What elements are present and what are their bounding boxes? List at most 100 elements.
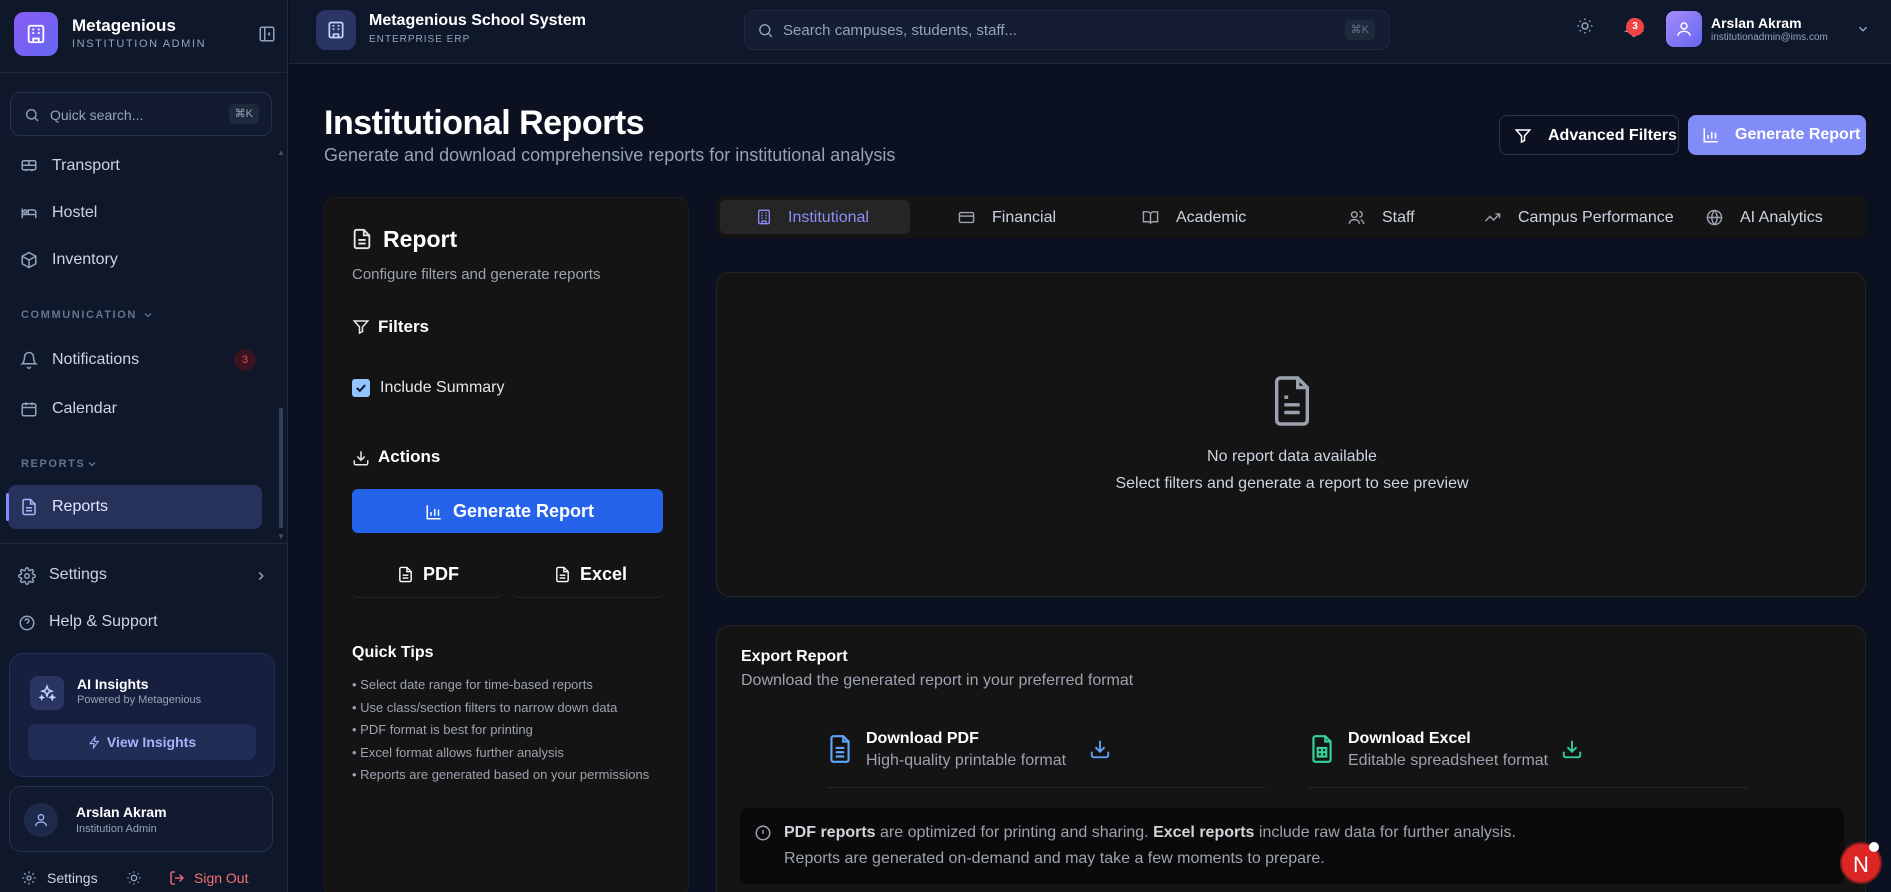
download-pdf-option[interactable]: Download PDF High-quality printable form…: [827, 720, 1265, 788]
sidebar-item-label: Transport: [52, 157, 120, 174]
file-text-icon: [20, 498, 38, 516]
file-text-icon: [827, 734, 853, 764]
empty-state-subtitle: Select filters and generate a report to …: [1115, 475, 1469, 492]
help-support-label: Help & Support: [49, 613, 158, 630]
filter-icon: [1514, 127, 1532, 145]
scroll-up-arrow[interactable]: ▲: [277, 148, 285, 157]
quick-tips-heading: Quick Tips: [352, 644, 434, 661]
sidebar-item-label: Calendar: [52, 400, 117, 417]
include-summary-label[interactable]: Include Summary: [380, 379, 505, 397]
tab-ai-analytics[interactable]: AI Analytics: [1706, 200, 1856, 234]
export-excel-button[interactable]: Excel: [513, 550, 663, 598]
ai-insights-subtitle: Powered by Metagenious: [77, 694, 202, 706]
sidebar-item-reports[interactable]: Reports: [6, 485, 262, 529]
topbar-user-name[interactable]: Arslan Akram: [1711, 15, 1802, 31]
globe-icon: [1706, 209, 1723, 226]
sidebar-footer: Settings Sign Out: [0, 868, 288, 888]
user-avatar[interactable]: [1666, 11, 1702, 47]
sidebar-user-card[interactable]: Arslan Akram Institution Admin: [9, 786, 273, 852]
tab-campus-performance[interactable]: Campus Performance: [1478, 200, 1698, 234]
advanced-filters-label: Advanced Filters: [1548, 127, 1677, 144]
quick-tips-list: • Select date range for time-based repor…: [352, 674, 672, 787]
app-title: Metagenious School System: [369, 12, 586, 29]
quick-tip: • Reports are generated based on your pe…: [352, 767, 650, 782]
user-icon: [24, 803, 58, 837]
zap-icon: [88, 735, 101, 749]
chevron-down-icon[interactable]: [1856, 22, 1870, 36]
export-title: Export Report: [741, 648, 848, 665]
sidebar-item-transport[interactable]: Transport: [8, 144, 262, 188]
user-name: Arslan Akram: [76, 804, 167, 820]
file-text-icon: [397, 566, 414, 583]
tab-financial[interactable]: Financial: [946, 200, 1096, 234]
export-note-line-2: Reports are generated on-demand and may …: [784, 850, 1325, 867]
scroll-down-arrow[interactable]: ▼: [277, 532, 285, 541]
sidebar-item-hostel[interactable]: Hostel: [8, 191, 262, 235]
global-search-input[interactable]: Search campuses, students, staff... ⌘K: [744, 10, 1390, 50]
log-out-icon[interactable]: [169, 870, 185, 886]
quick-search-input[interactable]: Quick search... ⌘K: [10, 92, 272, 136]
quick-search-shortcut: ⌘K: [228, 104, 259, 124]
empty-state-title: No report data available: [1207, 448, 1377, 465]
actions-heading: Actions: [378, 447, 441, 466]
users-icon: [1348, 209, 1365, 226]
page-title: Institutional Reports: [324, 104, 645, 142]
export-pdf-label: PDF: [423, 564, 459, 584]
search-icon: [757, 22, 774, 39]
generate-report-button[interactable]: Generate Report: [352, 489, 663, 533]
download-pdf-subtitle: High-quality printable format: [866, 752, 1067, 769]
bus-icon: [20, 157, 38, 175]
sidebar-item-calendar[interactable]: Calendar: [8, 387, 262, 431]
topbar-user-email: institutionadmin@ims.com: [1711, 32, 1828, 43]
sidebar-item-notifications[interactable]: Notifications 3: [8, 338, 262, 382]
help-support-link[interactable]: Help & Support: [18, 608, 268, 638]
excel-reports-text: include raw data for further analysis.: [1254, 824, 1516, 841]
file-text-icon: [1269, 374, 1315, 428]
export-pdf-button[interactable]: PDF: [352, 550, 502, 598]
tab-label: Academic: [1176, 209, 1247, 226]
sidebar-item-inventory[interactable]: Inventory: [8, 238, 262, 282]
section-heading-reports[interactable]: REPORTS: [21, 458, 85, 470]
download-excel-option[interactable]: Download Excel Editable spreadsheet form…: [1309, 720, 1747, 788]
sidebar-scrollbar[interactable]: [279, 408, 283, 528]
sign-out-button[interactable]: Sign Out: [194, 870, 248, 886]
sun-icon[interactable]: [1576, 17, 1594, 35]
tab-academic[interactable]: Academic: [1128, 200, 1278, 234]
page-subtitle: Generate and download comprehensive repo…: [324, 145, 896, 165]
tab-label: Financial: [992, 209, 1057, 226]
tab-staff[interactable]: Staff: [1336, 200, 1446, 234]
chevron-down-icon[interactable]: [142, 309, 154, 321]
export-subtitle: Download the generated report in your pr…: [741, 672, 1134, 689]
generate-report-header-label: Generate Report: [1735, 126, 1861, 143]
file-spreadsheet-icon: [1309, 734, 1335, 764]
footer-settings-button[interactable]: Settings: [47, 870, 98, 886]
brand[interactable]: Metagenious INSTITUTION ADMIN: [14, 12, 275, 56]
download-icon[interactable]: [1089, 738, 1111, 760]
app-subtitle: ENTERPRISE ERP: [369, 34, 471, 45]
sidebar-collapse-icon[interactable]: [258, 25, 278, 45]
settings-link[interactable]: Settings: [18, 561, 268, 591]
topbar: Metagenious School System ENTERPRISE ERP…: [289, 0, 1891, 64]
download-icon[interactable]: [1561, 738, 1583, 760]
brand-subtitle: INSTITUTION ADMIN: [72, 38, 207, 50]
view-insights-button[interactable]: View Insights: [28, 724, 256, 760]
tab-label: Institutional: [788, 209, 869, 226]
generate-report-label: Generate Report: [453, 501, 595, 521]
notification-badge: 3: [1626, 18, 1644, 36]
advanced-filters-button[interactable]: Advanced Filters: [1499, 115, 1679, 155]
ai-insights-card: AI Insights Powered by Metagenious View …: [9, 653, 275, 777]
institution-logo-icon: [316, 10, 356, 50]
chevron-down-icon[interactable]: [86, 458, 98, 470]
generate-report-header-button[interactable]: Generate Report: [1688, 115, 1866, 155]
info-icon: [754, 824, 772, 842]
include-summary-checkbox[interactable]: [352, 379, 370, 397]
gear-icon: [18, 567, 36, 585]
report-tabs: Institutional Financial Academic Staff C…: [716, 196, 1866, 238]
download-icon: [352, 449, 370, 467]
gear-icon[interactable]: [21, 870, 37, 886]
section-heading-communication[interactable]: COMMUNICATION: [21, 309, 137, 321]
tab-institutional[interactable]: Institutional: [720, 200, 910, 234]
file-text-icon: [554, 566, 571, 583]
sun-icon[interactable]: [126, 870, 142, 886]
quick-tip: • PDF format is best for printing: [352, 722, 533, 737]
